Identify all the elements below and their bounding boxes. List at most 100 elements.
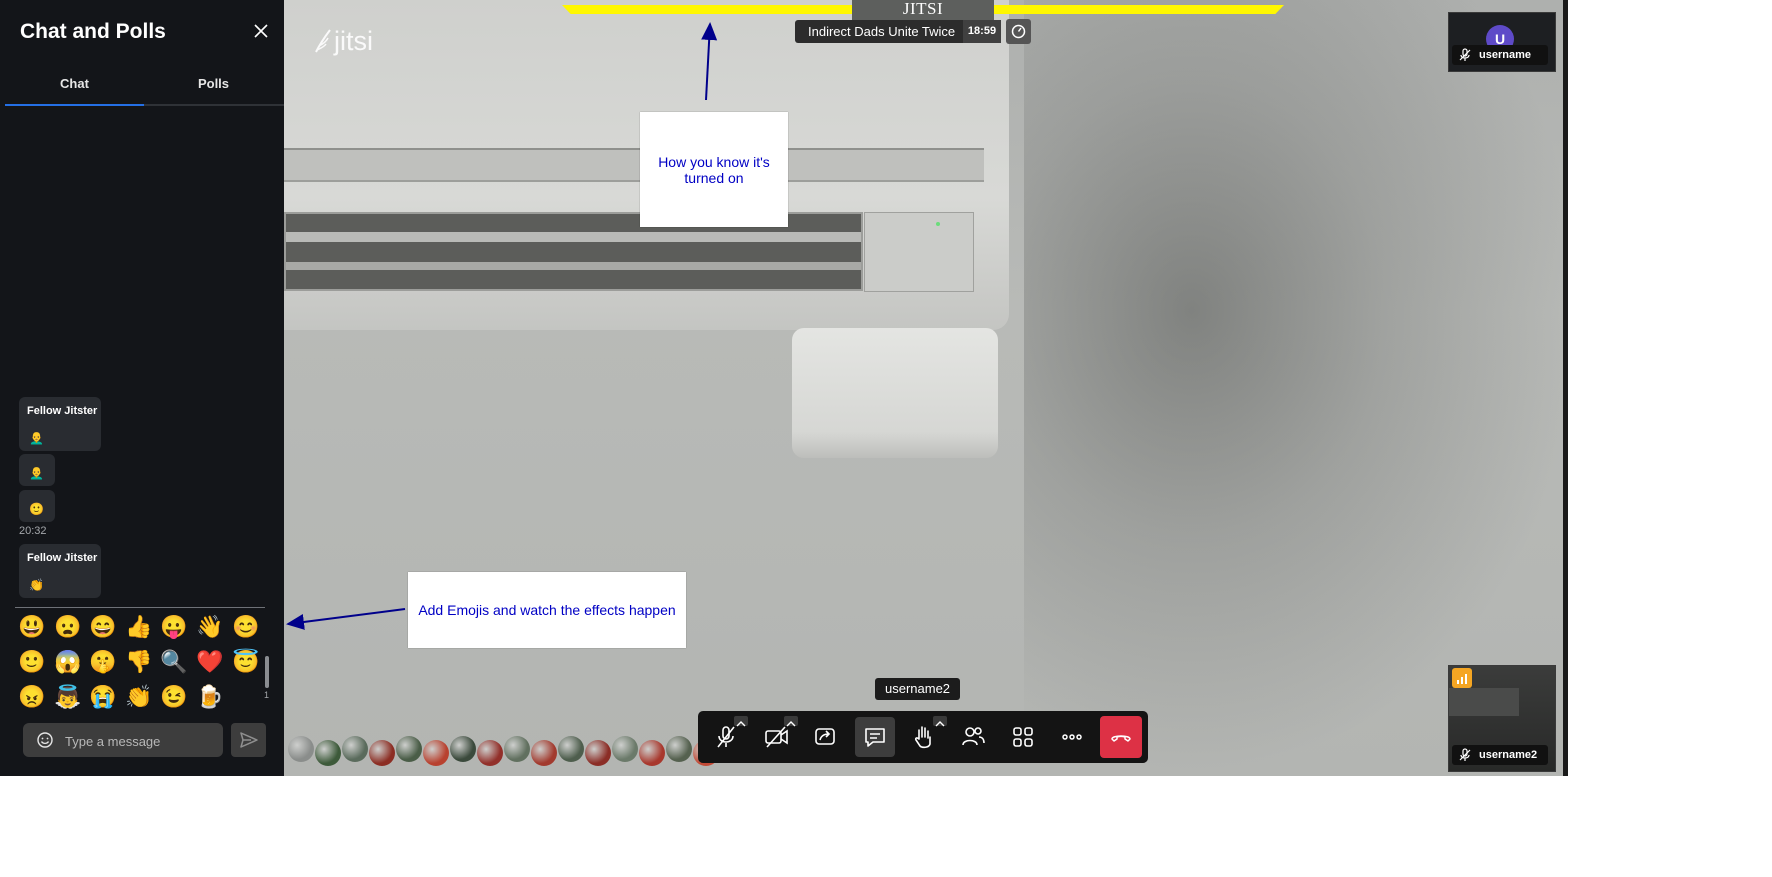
emoji-option[interactable]: 👍	[123, 611, 155, 643]
chevron-up-icon	[736, 721, 746, 727]
emoji-option[interactable]: 🤫	[87, 646, 119, 678]
window-edge	[1563, 0, 1568, 776]
emoji-option[interactable]: 👼	[52, 681, 84, 713]
garland-bead	[423, 740, 449, 766]
dominant-speaker-name: username2	[875, 678, 961, 700]
emoji-option[interactable]: 😊	[230, 611, 262, 643]
emoji-option[interactable]: 😱	[52, 646, 84, 678]
microphone-options-caret[interactable]	[734, 716, 748, 727]
garland-bead	[612, 736, 638, 762]
emoji-option[interactable]: 👎	[123, 646, 155, 678]
remote-video-ac	[1449, 688, 1519, 716]
emoji-option[interactable]: 😭	[87, 681, 119, 713]
message-sender: Fellow Jitster	[27, 552, 98, 564]
send-button[interactable]	[231, 723, 266, 757]
emoji-option[interactable]: 😠	[16, 681, 48, 713]
garland-bead	[477, 740, 503, 766]
scrollbar-thumb[interactable]	[265, 656, 269, 688]
share-screen-icon	[815, 728, 835, 745]
message-body: 👨‍🦲	[29, 431, 44, 445]
chat-message: Fellow Jitster 👏	[19, 544, 101, 598]
garland-bead	[639, 740, 665, 766]
emoji-option[interactable]: 😛	[158, 611, 190, 643]
tab-polls[interactable]: Polls	[144, 76, 283, 91]
emoji-option[interactable]: 😃	[16, 611, 48, 643]
message-body: 👨‍🦲	[29, 466, 44, 480]
tab-chat[interactable]: Chat	[5, 76, 144, 91]
connection-speed-button[interactable]	[1006, 19, 1031, 44]
annotation-text-top: How you know it's turned on	[658, 153, 770, 186]
connection-indicator[interactable]	[1452, 668, 1472, 688]
emoji-option[interactable]: 🙂	[16, 646, 48, 678]
more-dots-icon	[1062, 734, 1082, 740]
tile-view-icon	[1013, 727, 1033, 747]
mic-muted-icon	[1459, 748, 1471, 761]
chat-message: Fellow Jitster 👨‍🦲	[19, 397, 101, 451]
jitsi-logo[interactable]: jitsi	[312, 26, 373, 57]
emoji-panel-divider	[15, 607, 265, 608]
annotation-callout-top: How you know it's turned on	[640, 112, 788, 227]
emoji-option[interactable]: 😉	[158, 681, 190, 713]
ac-slat	[286, 262, 861, 270]
wall-shadow	[1024, 0, 1568, 776]
hangup-button[interactable]	[1100, 716, 1142, 758]
annotation-text-bottom: Add Emojis and watch the effects happen	[418, 602, 676, 618]
chat-button[interactable]	[855, 717, 895, 757]
emoji-option[interactable]: 😄	[87, 611, 119, 643]
message-body: 🙂	[29, 502, 44, 516]
jitsi-logo-icon	[315, 29, 331, 53]
scroll-indicator: 1	[264, 690, 270, 700]
garland-bead	[396, 736, 422, 762]
participants-icon	[962, 727, 985, 746]
share-screen-button[interactable]	[805, 717, 845, 757]
bead-garland	[284, 734, 744, 776]
chat-icon	[865, 728, 885, 747]
camera-options-caret[interactable]	[784, 716, 798, 727]
garland-bead	[369, 740, 395, 766]
signal-bars-icon	[1457, 674, 1467, 684]
garland-bead	[531, 740, 557, 766]
chat-message: 👨‍🦲	[19, 454, 55, 486]
emoji-option[interactable]: 🍺	[194, 681, 226, 713]
participant-name: username	[1479, 49, 1531, 61]
garland-bead	[666, 736, 692, 762]
participant-name: username2	[1479, 749, 1538, 761]
phone-hangup-icon	[1111, 735, 1131, 742]
message-timestamp: 20:32	[19, 525, 47, 537]
emoji-option[interactable]: 😦	[52, 611, 84, 643]
close-icon	[254, 24, 268, 38]
message-sender: Fellow Jitster	[27, 405, 98, 417]
more-actions-button[interactable]	[1052, 717, 1092, 757]
chat-message: 🙂	[19, 490, 55, 522]
reactions-caret[interactable]	[933, 716, 947, 727]
emoji-option[interactable]: 👋	[194, 611, 226, 643]
participants-button[interactable]	[953, 717, 993, 757]
garland-bead	[585, 740, 611, 766]
chevron-up-icon	[786, 721, 796, 727]
close-button[interactable]	[252, 22, 270, 40]
app-window: jitsi JITSI ENHANCED Indirect Dads Unite…	[0, 0, 1568, 776]
jitsi-logo-text: jitsi	[334, 26, 373, 56]
chat-message-input[interactable]	[63, 728, 217, 754]
tab-active-indicator	[5, 104, 144, 106]
ac-pipe-cover	[792, 328, 998, 458]
garland-bead	[504, 736, 530, 762]
participant-name-label: username	[1452, 45, 1548, 65]
mic-muted-icon	[1459, 48, 1471, 61]
garland-bead	[450, 736, 476, 762]
emoji-option[interactable]: ❤️	[194, 646, 226, 678]
chevron-up-icon	[935, 721, 945, 727]
emoji-option[interactable]: 🔍	[158, 646, 190, 678]
emoji-smile-icon[interactable]	[36, 731, 54, 749]
chat-sidebar: Chat and Polls Chat Polls Fellow Jitster…	[0, 0, 284, 776]
emoji-option[interactable]: 👏	[123, 681, 155, 713]
gauge-icon	[1011, 24, 1026, 39]
garland-bead	[315, 740, 341, 766]
chat-input-box	[23, 723, 223, 757]
emoji-option[interactable]: 😇	[230, 646, 262, 678]
meeting-toolbar	[698, 711, 1148, 763]
annotation-callout-bottom: Add Emojis and watch the effects happen	[408, 572, 686, 648]
tile-view-button[interactable]	[1003, 717, 1043, 757]
garland-bead	[558, 736, 584, 762]
meeting-name: Indirect Dads Unite Twice	[795, 20, 969, 43]
